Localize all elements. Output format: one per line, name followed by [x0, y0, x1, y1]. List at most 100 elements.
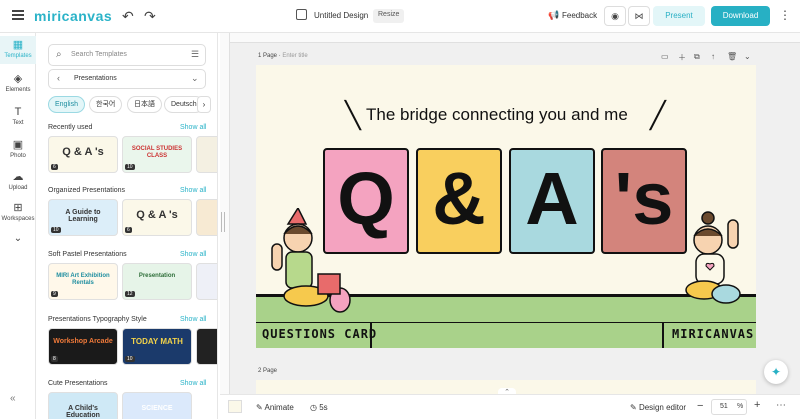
card-a[interactable]: A — [509, 148, 595, 254]
rail-templates[interactable]: ▦ Templates — [0, 36, 36, 64]
zoom-out-icon[interactable]: − — [697, 400, 703, 412]
design-editor-label: Design editor — [638, 403, 687, 412]
rail-text[interactable]: T Text — [0, 103, 36, 131]
slash-decoration: ╲ — [345, 100, 361, 130]
template-thumb[interactable]: A Child's Education — [48, 392, 118, 419]
rail-label: Text — [12, 120, 24, 126]
template-thumb[interactable]: Q & A 's 6 — [48, 136, 118, 173]
rail-label: Workspaces — [1, 216, 35, 222]
ai-assistant-icon[interactable]: ✦ — [764, 360, 788, 384]
download-button[interactable]: Download — [711, 6, 770, 26]
card-s[interactable]: 's — [601, 148, 687, 254]
chevron-down-icon[interactable]: ⌄ — [744, 52, 751, 61]
logo[interactable]: miricanvas — [34, 8, 112, 24]
template-thumb[interactable] — [196, 136, 217, 173]
shapes-icon: ◈ — [13, 73, 23, 85]
menu-icon[interactable] — [12, 10, 24, 20]
add-page-icon[interactable]: ＋ — [678, 52, 686, 63]
footer-right-text[interactable]: MIRICANVAS — [672, 327, 754, 341]
timer-button[interactable]: ◷ 5s — [310, 403, 328, 412]
show-all-link[interactable]: Show all — [180, 251, 206, 258]
category-value: Presentations — [74, 75, 117, 82]
template-thumb[interactable]: SCIENCE — [122, 392, 192, 419]
footer-left-text[interactable]: QUESTIONS CARD — [262, 327, 377, 341]
chevron-right-icon[interactable]: › — [197, 96, 211, 113]
divider — [662, 322, 664, 348]
rail-upload[interactable]: ☁ Upload — [0, 168, 36, 196]
rail-photo[interactable]: ▣ Photo — [0, 136, 36, 164]
share-icon[interactable]: ⋈ — [628, 6, 650, 26]
chevron-left-icon[interactable]: ‹ — [57, 73, 60, 83]
template-thumb[interactable]: Q & A 's 6 — [122, 199, 192, 236]
undo-icon[interactable]: ↶ — [122, 8, 134, 25]
filter-icon[interactable]: ☰ — [191, 49, 199, 60]
girl-illustration[interactable] — [682, 210, 752, 308]
panel-resize-handle[interactable] — [221, 212, 225, 232]
duplicate-icon[interactable]: ⧉ — [694, 52, 700, 62]
design-editor-button[interactable]: ✎ Design editor — [630, 403, 686, 412]
template-thumb[interactable]: A Guide to Learning 10 — [48, 199, 118, 236]
rail-label: Upload — [8, 185, 28, 191]
thumb-label: SOCIAL STUDIES CLASS — [131, 146, 183, 159]
section-title: Organized Presentations — [48, 187, 126, 194]
search-icon: ⌕ — [56, 49, 62, 60]
boy-illustration[interactable] — [268, 208, 358, 320]
animate-button[interactable]: ✎ Animate — [256, 403, 294, 412]
search-input[interactable]: ⌕ Search Templates ☰ — [48, 44, 206, 66]
page-count: 9 — [51, 291, 58, 297]
show-all-link[interactable]: Show all — [180, 187, 206, 194]
collapse-icon[interactable]: « — [10, 393, 16, 404]
template-thumb[interactable]: Workshop Arcade 8 — [48, 328, 118, 365]
template-thumb[interactable] — [196, 199, 217, 236]
more-icon[interactable]: ⋯ — [776, 400, 786, 411]
template-thumb[interactable]: MIRI Art Exhibition Rentals 9 — [48, 263, 118, 300]
thumb-label: Presentation — [138, 273, 176, 279]
page-count: 6 — [125, 227, 132, 233]
more-icon[interactable]: ⋮ — [779, 8, 791, 22]
section-title: Cute Presentations — [48, 380, 108, 387]
zoom-in-icon[interactable]: + — [754, 399, 760, 411]
slide-tagline[interactable]: The bridge connecting you and me — [366, 105, 628, 125]
thumb-label: Q & A 's — [62, 146, 104, 158]
delete-icon[interactable]: 🗑 — [727, 52, 737, 61]
screenshot-icon[interactable]: ◉ — [604, 6, 626, 26]
chip-japanese[interactable]: 日本語 — [127, 96, 162, 113]
chip-korean[interactable]: 한국어 — [89, 96, 123, 113]
show-all-link[interactable]: Show all — [180, 124, 206, 131]
template-thumb[interactable]: Presentation 12 — [122, 263, 192, 300]
card-ampersand[interactable]: & — [416, 148, 502, 254]
template-thumb[interactable] — [196, 263, 217, 300]
show-all-link[interactable]: Show all — [180, 380, 206, 387]
upload-icon: ☁ — [12, 171, 24, 183]
rail-workspaces[interactable]: ⊞ Workspaces — [0, 199, 36, 227]
rail-elements[interactable]: ◈ Elements — [0, 70, 36, 98]
download-label: Download — [722, 11, 759, 20]
redo-icon[interactable]: ↷ — [144, 8, 156, 25]
category-select[interactable]: ‹ Presentations ⌄ — [48, 69, 206, 89]
thumb-label: TODAY MATH — [131, 337, 183, 346]
resize-button[interactable]: Resize — [373, 9, 405, 23]
page-title-input[interactable]: Enter title — [282, 53, 307, 59]
section-title: Presentations Typography Style — [48, 316, 147, 323]
timer-label: 5s — [319, 403, 328, 412]
move-up-icon[interactable]: ↑ — [711, 52, 715, 61]
horizontal-ruler — [230, 33, 800, 43]
show-all-link[interactable]: Show all — [180, 316, 206, 323]
thumb-label: MIRI Art Exhibition Rentals — [56, 273, 110, 286]
document-title[interactable]: Untitled Design — [314, 11, 368, 20]
thumb-label: A Child's Education — [66, 405, 100, 419]
page-count: 10 — [125, 164, 135, 170]
page-note-icon[interactable]: ▭ — [661, 52, 669, 61]
text-icon: T — [14, 106, 22, 118]
template-thumb[interactable] — [196, 328, 217, 365]
section-title: Soft Pastel Presentations — [48, 251, 127, 258]
rail-label: Templates — [4, 53, 32, 59]
page-number: 1 Page — [258, 53, 278, 59]
chip-english[interactable]: English — [48, 96, 85, 113]
background-swatch[interactable] — [228, 400, 242, 413]
template-thumb[interactable]: SOCIAL STUDIES CLASS 10 — [122, 136, 192, 173]
template-thumb[interactable]: TODAY MATH 10 — [122, 328, 192, 365]
present-button[interactable]: Present — [653, 6, 705, 26]
feedback-button[interactable]: Feedback — [562, 11, 597, 20]
chevron-down-icon[interactable]: ⌄ — [0, 233, 36, 244]
